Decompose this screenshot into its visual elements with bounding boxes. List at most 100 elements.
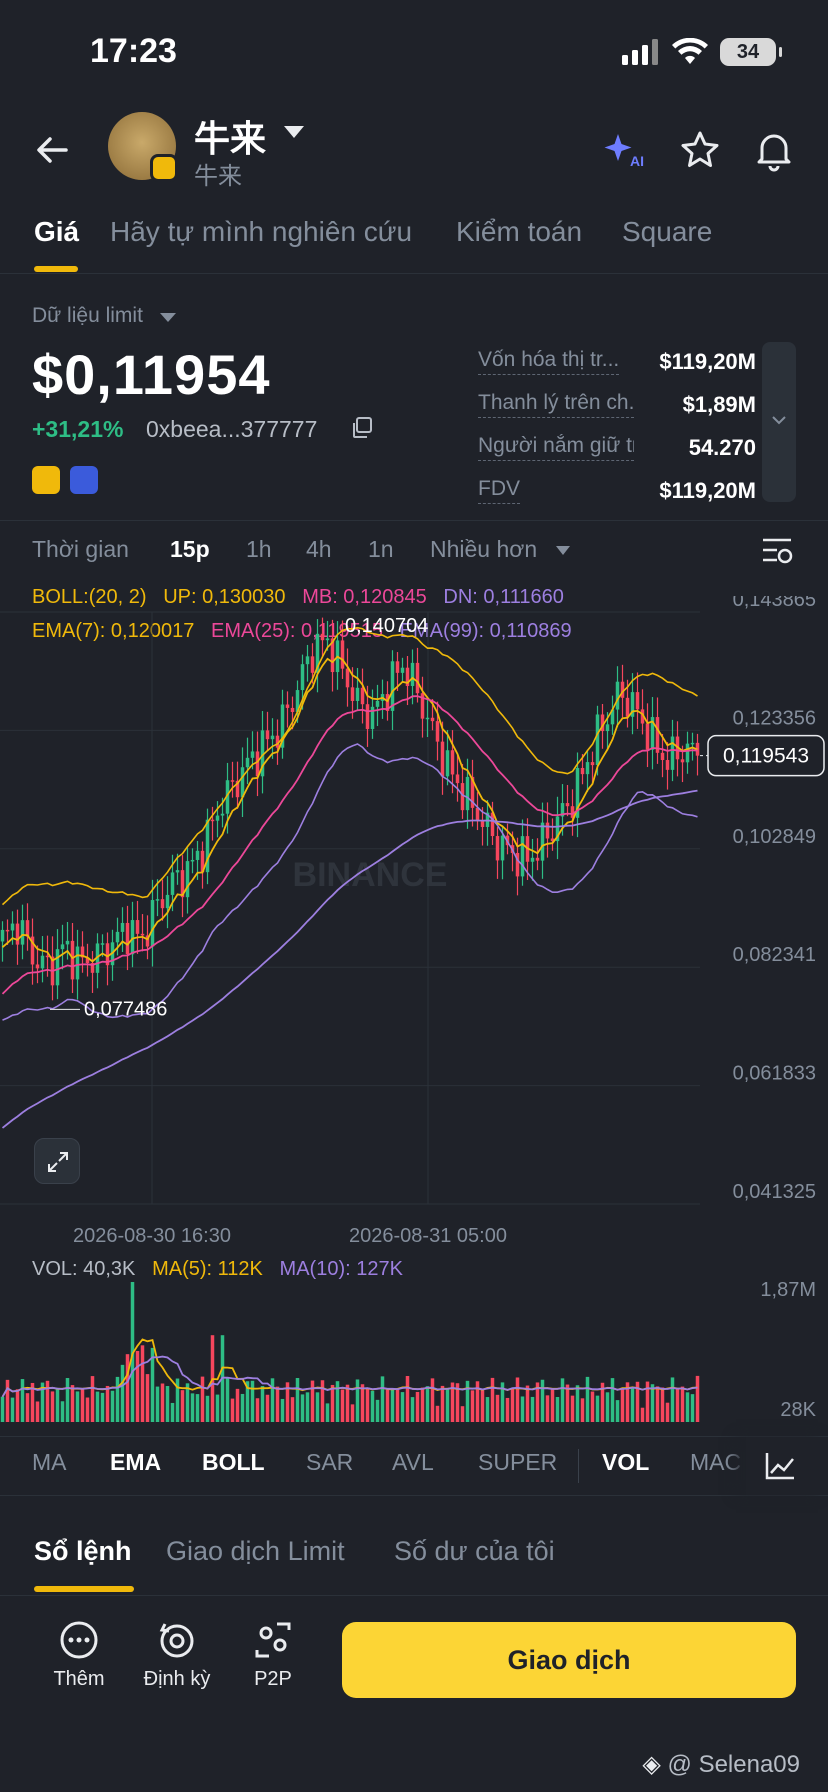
volume-bar: [525, 1385, 530, 1422]
bnb-chain-badge-icon: [150, 154, 178, 182]
volume-bar: [620, 1387, 625, 1422]
ind-tab-super[interactable]: SUPER: [478, 1449, 557, 1476]
volume-bar: [570, 1395, 575, 1422]
volume-bar: [425, 1386, 430, 1422]
bnb-chain-icon[interactable]: [32, 466, 60, 494]
data-source-label[interactable]: Dữ liệu limit: [32, 304, 143, 328]
volume-bar: [90, 1376, 95, 1422]
volume-bar: [195, 1394, 200, 1422]
title-dropdown-icon[interactable]: [284, 126, 304, 138]
token-title[interactable]: 牛来: [194, 110, 266, 162]
ai-sparkle-icon[interactable]: AI: [602, 128, 646, 172]
footer-watermark: ◈ @ Selena09: [642, 1751, 800, 1778]
candle-body: [475, 807, 480, 822]
candle-body: [680, 759, 685, 763]
ind-tab-avl[interactable]: AVL: [392, 1449, 434, 1476]
tab-my-balance[interactable]: Số dư của tôi: [394, 1536, 555, 1567]
star-icon[interactable]: [678, 128, 722, 172]
fullscreen-button[interactable]: [34, 1138, 80, 1184]
tab-dyor[interactable]: Hãy tự mình nghiên cứu: [110, 216, 412, 248]
volume-bar: [280, 1398, 285, 1422]
ind-tab-boll[interactable]: BOLL: [202, 1449, 265, 1476]
copy-icon[interactable]: [350, 416, 374, 440]
interval-time[interactable]: Thời gian: [32, 536, 129, 563]
volume-bar: [515, 1377, 520, 1422]
tab-price[interactable]: Giá: [34, 216, 79, 248]
volume-bar: [605, 1392, 610, 1422]
ind-tab-sar[interactable]: SAR: [306, 1449, 353, 1476]
volume-bar: [520, 1396, 525, 1422]
volume-bar: [225, 1377, 230, 1422]
stats-expand-button[interactable]: [762, 342, 796, 502]
interval-1h[interactable]: 1h: [246, 536, 272, 563]
volume-bar: [230, 1398, 235, 1422]
tab-audit[interactable]: Kiểm toán: [456, 216, 582, 248]
tab-limit-trades[interactable]: Giao dịch Limit: [166, 1536, 345, 1567]
more-button[interactable]: Thêm: [34, 1620, 124, 1691]
tab-square[interactable]: Square: [622, 216, 712, 248]
volume-bar: [510, 1388, 515, 1422]
candle-body: [255, 751, 260, 777]
back-arrow-icon[interactable]: [30, 128, 74, 172]
volume-bar: [15, 1389, 20, 1422]
candle-body: [605, 724, 610, 732]
indicator-settings-button[interactable]: [746, 1437, 828, 1495]
stat-fdv[interactable]: FDV $119,20M: [478, 469, 756, 512]
volume-bar: [610, 1378, 615, 1422]
stat-holders[interactable]: Người nắm giữ tr...54.270: [478, 426, 756, 469]
volume-bar: [630, 1388, 635, 1422]
ind-tab-ma[interactable]: MA: [32, 1449, 67, 1476]
platform-icon[interactable]: [70, 466, 98, 494]
data-source-dropdown-icon[interactable]: [160, 313, 176, 322]
candle-body: [265, 730, 270, 740]
signal-icon: [622, 39, 658, 65]
volume-bar: [420, 1387, 425, 1422]
candle-body: [25, 920, 30, 937]
candle-body: [415, 662, 420, 694]
candle-body: [435, 721, 440, 742]
bell-icon[interactable]: [752, 128, 796, 172]
trade-button[interactable]: Giao dịch: [342, 1622, 796, 1698]
ind-tab-vol[interactable]: VOL: [602, 1449, 649, 1476]
binance-logo-icon: ◈: [642, 1751, 661, 1778]
divider: [0, 520, 828, 521]
interval-4h[interactable]: 4h: [306, 536, 332, 563]
volume-bar: [660, 1387, 665, 1422]
volume-bar: [680, 1386, 685, 1422]
candle-body: [155, 899, 160, 901]
volume-bar: [160, 1383, 165, 1422]
candlestick-chart[interactable]: 0,143865 0,123356 0,102849 0,082341 0,061833…: [0, 596, 828, 1256]
stat-market-cap[interactable]: Vốn hóa thị tr... $119,20M: [478, 340, 756, 383]
candle-body: [545, 822, 550, 839]
volume-bar: [530, 1396, 535, 1422]
volume-bar: [215, 1394, 220, 1422]
current-price-tag-label: 0,119543: [723, 745, 809, 768]
candle-body: [590, 762, 595, 766]
p2p-button[interactable]: P2P: [228, 1620, 318, 1691]
volume-chart[interactable]: 1,87M 28K: [0, 1256, 828, 1426]
y-axis-tick-label: 0,143865: [733, 596, 816, 611]
binance-watermark: BINANCE: [293, 856, 448, 894]
interval-1d[interactable]: 1n: [368, 536, 394, 563]
volume-bar: [100, 1392, 105, 1422]
tab-orderbook[interactable]: Sổ lệnh: [34, 1536, 132, 1567]
interval-15m[interactable]: 15p: [170, 536, 210, 563]
volume-bar: [265, 1394, 270, 1422]
volume-bar: [690, 1394, 695, 1422]
candle-body: [595, 714, 600, 766]
volume-bar: [190, 1393, 195, 1422]
expand-icon: [48, 1152, 68, 1172]
more-dropdown-icon[interactable]: [556, 546, 570, 555]
candle-body: [345, 668, 350, 688]
ind-tab-ema[interactable]: EMA: [110, 1449, 161, 1476]
volume-bar: [110, 1390, 115, 1422]
volume-bar: [135, 1350, 140, 1422]
candle-body: [140, 933, 145, 936]
interval-more[interactable]: Nhiều hơn: [430, 536, 537, 563]
ind-tab-macd[interactable]: MAC: [690, 1449, 744, 1476]
stat-liquidity[interactable]: Thanh lý trên ch... $1,89M: [478, 383, 756, 426]
periodic-button[interactable]: Định kỳ: [132, 1620, 222, 1691]
volume-bar: [615, 1400, 620, 1422]
volume-bar: [490, 1377, 495, 1422]
chart-settings-icon[interactable]: [760, 534, 794, 566]
